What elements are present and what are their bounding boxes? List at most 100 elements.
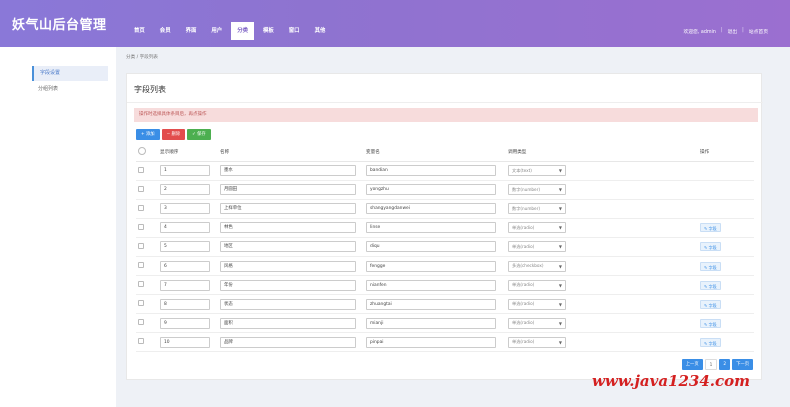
type-select[interactable]: 数字(number) ▼ bbox=[508, 184, 566, 196]
sidebar-item-group-list[interactable]: 分组列表 bbox=[32, 82, 108, 97]
type-select[interactable]: 数字(number) ▼ bbox=[508, 203, 566, 215]
order-input[interactable]: 8 bbox=[160, 298, 210, 310]
row-select-cell bbox=[136, 275, 158, 296]
row-checkbox[interactable] bbox=[138, 223, 144, 230]
nav-item-users[interactable]: 用户 bbox=[205, 22, 228, 40]
order-cell: 1 bbox=[158, 161, 218, 181]
row-select-cell bbox=[136, 237, 158, 257]
alert-message: 操作时选择具体条目后，再点操作 bbox=[134, 108, 758, 122]
row-checkbox[interactable] bbox=[138, 204, 144, 211]
type-select[interactable]: 单选(radio) ▼ bbox=[508, 336, 566, 348]
table-row: 7 年份 nianfen 单选(radio) ▼ ✎ 字段 bbox=[136, 275, 754, 296]
edit-field-button[interactable]: ✎ 字段 bbox=[700, 299, 721, 309]
row-checkbox[interactable] bbox=[138, 281, 144, 288]
nav-item-member[interactable]: 会员 bbox=[154, 22, 177, 40]
variable-input[interactable]: shangyangdanwei bbox=[366, 203, 496, 215]
nav-item-category[interactable]: 分类 bbox=[231, 22, 254, 40]
nav-item-home[interactable]: 首页 bbox=[128, 22, 151, 40]
order-input[interactable]: 6 bbox=[160, 260, 210, 272]
order-input[interactable]: 1 bbox=[160, 165, 210, 177]
row-checkbox[interactable] bbox=[138, 300, 144, 307]
name-input[interactable]: 墨水 bbox=[220, 165, 356, 177]
var-cell: yongzhu bbox=[364, 180, 506, 200]
select-all-checkbox[interactable] bbox=[138, 147, 146, 156]
order-input[interactable]: 4 bbox=[160, 222, 210, 234]
edit-field-button[interactable]: ✎ 字段 bbox=[700, 318, 721, 328]
variable-input[interactable]: yongzhu bbox=[366, 184, 496, 196]
variable-input[interactable]: nianfen bbox=[366, 279, 496, 291]
op-cell: ✎ 字段 bbox=[698, 275, 754, 296]
edit-field-button[interactable]: ✎ 字段 bbox=[700, 261, 721, 271]
type-select[interactable]: 单选(radio) ▼ bbox=[508, 279, 566, 291]
name-input[interactable]: 月圆田 bbox=[220, 184, 356, 196]
site-home-link[interactable]: 站点首页 bbox=[749, 28, 768, 35]
order-input[interactable]: 3 bbox=[160, 203, 210, 215]
page-button[interactable]: 1 bbox=[704, 359, 718, 370]
column-header: 操作 bbox=[698, 144, 754, 162]
variable-input[interactable]: mianji bbox=[366, 317, 496, 329]
name-cell: 月圆田 bbox=[218, 180, 364, 200]
chevron-down-icon: ▼ bbox=[558, 168, 562, 174]
row-checkbox[interactable] bbox=[138, 262, 144, 269]
variable-input[interactable]: fengge bbox=[366, 260, 496, 272]
var-cell: pinpai bbox=[364, 332, 506, 353]
next-page-button[interactable]: 下一页 bbox=[732, 359, 753, 370]
type-select[interactable]: 单选(radio) ▼ bbox=[508, 317, 566, 329]
delete-button[interactable]: − 删除 bbox=[161, 129, 186, 140]
name-input[interactable]: 品牌 bbox=[220, 336, 356, 348]
type-select[interactable]: 文本(text) ▼ bbox=[508, 165, 566, 177]
edit-field-button[interactable]: ✎ 字段 bbox=[700, 280, 721, 290]
order-input[interactable]: 9 bbox=[160, 317, 210, 329]
name-cell: 墨水 bbox=[218, 161, 364, 181]
variable-input[interactable]: linse bbox=[366, 222, 496, 234]
type-select[interactable]: 单选(radio) ▼ bbox=[508, 298, 566, 310]
edit-field-button[interactable]: ✎ 字段 bbox=[700, 337, 721, 347]
name-input[interactable]: 林色 bbox=[220, 222, 356, 234]
nav-item-window[interactable]: 窗口 bbox=[283, 22, 306, 40]
op-cell bbox=[698, 161, 754, 181]
prev-page-button[interactable]: 上一页 bbox=[681, 359, 703, 370]
nav-item-template[interactable]: 模板 bbox=[257, 22, 280, 40]
breadcrumb: 分类 / 字段列表 bbox=[126, 55, 159, 60]
nav-item-other[interactable]: 其他 bbox=[309, 22, 332, 40]
edit-field-button[interactable]: ✎ 字段 bbox=[700, 242, 721, 252]
nav-item-ui[interactable]: 界面 bbox=[180, 22, 203, 40]
op-cell bbox=[698, 180, 754, 200]
order-input[interactable]: 2 bbox=[160, 184, 210, 196]
op-cell: ✎ 字段 bbox=[698, 294, 754, 315]
type-select[interactable]: 单选(radio) ▼ bbox=[508, 222, 566, 234]
name-input[interactable]: 地区 bbox=[220, 241, 356, 253]
type-cell: 单选(radio) ▼ bbox=[506, 218, 698, 238]
row-checkbox[interactable] bbox=[138, 185, 144, 192]
var-cell: shangyangdanwei bbox=[364, 199, 506, 219]
variable-input[interactable]: pinpai bbox=[366, 336, 496, 348]
current-page-button[interactable]: 2 bbox=[719, 359, 731, 370]
row-checkbox[interactable] bbox=[138, 242, 144, 249]
row-checkbox[interactable] bbox=[138, 166, 144, 173]
add-button[interactable]: + 添加 bbox=[136, 129, 160, 140]
logout-link[interactable]: 退出 bbox=[728, 28, 738, 35]
row-select-cell bbox=[136, 313, 158, 334]
order-input[interactable]: 5 bbox=[160, 241, 210, 253]
name-input[interactable]: 年份 bbox=[220, 279, 356, 291]
name-input[interactable]: 状态 bbox=[220, 298, 356, 310]
type-select-value: 单选(radio) bbox=[512, 282, 535, 288]
row-checkbox[interactable] bbox=[138, 319, 144, 326]
edit-field-button[interactable]: ✎ 字段 bbox=[700, 223, 721, 233]
name-input[interactable]: 面积 bbox=[220, 317, 356, 329]
name-input[interactable]: 风格 bbox=[220, 260, 356, 272]
order-input[interactable]: 7 bbox=[160, 279, 210, 291]
type-select[interactable]: 多选(checkbox) ▼ bbox=[508, 260, 566, 272]
save-button[interactable]: ✓ 保存 bbox=[187, 129, 211, 140]
variable-input[interactable]: bandian bbox=[366, 165, 496, 177]
variable-input[interactable]: zhuangtai bbox=[366, 298, 496, 310]
name-input[interactable]: 上样单位 bbox=[220, 203, 356, 215]
type-select[interactable]: 单选(radio) ▼ bbox=[508, 241, 566, 253]
row-checkbox[interactable] bbox=[138, 338, 144, 345]
sidebar-item-field-settings[interactable]: 字段设置 bbox=[32, 66, 108, 81]
row-select-cell bbox=[136, 332, 158, 353]
variable-input[interactable]: diqu bbox=[366, 241, 496, 253]
type-select-value: 单选(radio) bbox=[512, 339, 535, 345]
type-select-value: 多选(checkbox) bbox=[512, 263, 544, 269]
order-input[interactable]: 10 bbox=[160, 336, 210, 348]
